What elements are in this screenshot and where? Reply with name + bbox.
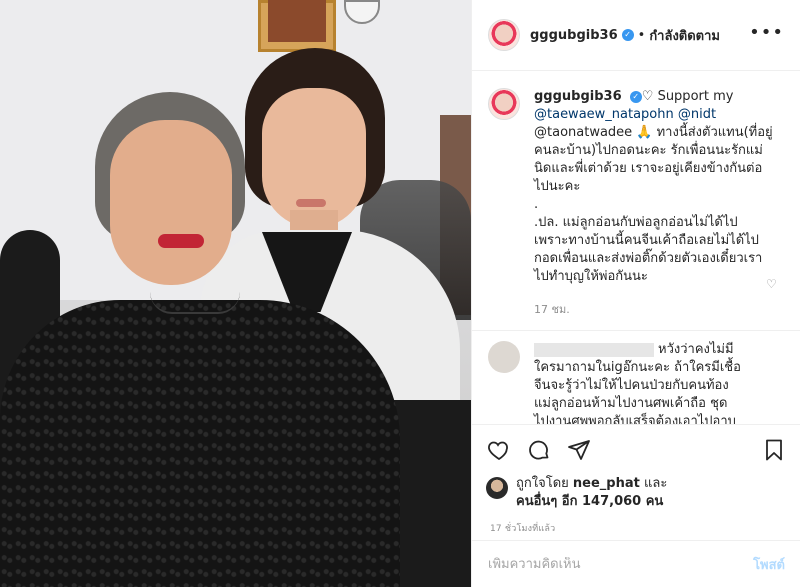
liker-avatar[interactable] xyxy=(486,477,508,499)
photo-picture-frame-inner xyxy=(268,0,326,42)
comment-like-heart-icon[interactable]: ♡ xyxy=(766,277,778,291)
verified-badge-icon: ✓ xyxy=(621,29,634,41)
instagram-post: gggubgib36 ✓ • กำลังติดตาม ••• gggubgib3… xyxy=(0,0,800,587)
verified-badge-icon: ✓ xyxy=(629,90,642,103)
caption-text: gggubgib36 ✓ ♡ Support my @taewaew_natapo… xyxy=(534,88,784,286)
add-comment-input[interactable] xyxy=(488,556,754,572)
caption: gggubgib36 ✓ ♡ Support my @taewaew_natapo… xyxy=(488,88,785,286)
caption-line-0: ♡ Support my xyxy=(641,89,734,104)
likes-and: และ xyxy=(643,476,668,491)
comments-section[interactable]: gggubgib36 ✓ ♡ Support my @taewaew_natapo… xyxy=(472,72,800,424)
caption-line: gggubgib36 ✓ ♡ Support my xyxy=(534,88,784,106)
caption-line-6: . xyxy=(534,197,539,212)
comment-item: หวังว่าคงไม่มี ใครมาถามในigอ๊กนะคะ ถ้าใค… xyxy=(488,341,785,424)
caption-mentions-line[interactable]: @taewaew_natapohn @nidt xyxy=(534,106,784,124)
like-heart-icon[interactable] xyxy=(486,437,512,463)
following-button[interactable]: กำลังติดตาม xyxy=(649,25,720,46)
action-icons xyxy=(486,435,787,465)
caption-timestamp[interactable]: 17 ชม. xyxy=(534,300,785,318)
commenter-avatar[interactable] xyxy=(488,341,520,373)
comment-line-4: ไปงานศพพอกลับเสร็จต้องเอาไปอาบ xyxy=(534,414,736,424)
caption-line-2: @taonatwadee 🙏 ทางนี้ส่งตัวแทน(ที่อยู่ xyxy=(534,125,773,140)
comment-bubble-icon[interactable] xyxy=(526,437,552,463)
caption-line-7: .ปล. แม่ลูกอ่อนกับพ่อลูกอ่อนไม่ได้ไป xyxy=(534,215,738,230)
comment-line-3: แม่ลูกอ่อนห้ามไปงานศพเค้าถือ ชุด xyxy=(534,396,728,411)
post-photo[interactable] xyxy=(0,0,471,587)
likes-prefix: ถูกใจโดย xyxy=(516,476,569,491)
photo-young-woman-lips xyxy=(296,199,326,207)
author-username[interactable]: gggubgib36 xyxy=(530,28,618,43)
photo-elder-woman-necklace xyxy=(150,292,240,314)
save-bookmark-icon[interactable] xyxy=(761,437,787,463)
commenter-username-redacted xyxy=(534,342,654,357)
post-comment-button[interactable]: โพสต์ xyxy=(753,554,785,575)
photo-elder-woman-lace-dress xyxy=(0,300,400,587)
comment-line-0: หวังว่าคงไม่มี xyxy=(658,342,734,357)
share-paper-plane-icon[interactable] xyxy=(566,437,592,463)
post-actions: ถูกใจโดย nee_phat และ คนอื่นๆ อีก 147,06… xyxy=(472,424,800,546)
photo-elder-woman-lips xyxy=(158,234,204,248)
add-comment-bar: โพสต์ xyxy=(472,540,800,587)
author-avatar[interactable] xyxy=(488,19,520,51)
more-options-icon[interactable]: ••• xyxy=(749,22,784,43)
caption-line-3: คนละบ้าน)ไปกอดนะคะ รักเพื่อนนะรักแม่ xyxy=(534,143,763,158)
caption-line-5: ไปนะคะ xyxy=(534,179,581,194)
likes-count-link[interactable]: คนอื่นๆ อีก 147,060 คน xyxy=(516,494,663,509)
divider xyxy=(472,330,800,331)
caption-line-8: เพราะทางบ้านนี้คนจีนเค้าถือเลยไม่ได้ไป xyxy=(534,233,759,248)
likes-summary: ถูกใจโดย nee_phat และ คนอื่นๆ อีก 147,06… xyxy=(486,475,787,511)
caption-line-10: ไปทำบุญให้พ่อกันนะ xyxy=(534,269,648,284)
post-header: gggubgib36 ✓ • กำลังติดตาม ••• xyxy=(472,0,800,71)
post-timestamp[interactable]: 17 ชั่วโมงที่แล้ว xyxy=(490,521,787,535)
caption-username[interactable]: gggubgib36 xyxy=(534,89,622,104)
comment-line-2: จีนจะรู้ว่าไม่ให้ไปคนป่วยกับคนท้อง xyxy=(534,378,729,393)
photo-elder-woman-face xyxy=(110,120,232,285)
comment-text: หวังว่าคงไม่มี ใครมาถามในigอ๊กนะคะ ถ้าใค… xyxy=(534,341,780,424)
post-details-panel: gggubgib36 ✓ • กำลังติดตาม ••• gggubgib3… xyxy=(471,0,800,587)
liker-username[interactable]: nee_phat xyxy=(573,476,640,491)
caption-avatar[interactable] xyxy=(488,88,520,120)
separator-dot: • xyxy=(637,27,646,43)
photo-young-woman-face xyxy=(262,88,366,228)
comment-line-1: ใครมาถามในigอ๊กนะคะ ถ้าใครมีเชื้อ xyxy=(534,360,741,375)
likes-text: ถูกใจโดย nee_phat และ คนอื่นๆ อีก 147,06… xyxy=(516,475,667,511)
caption-line-9: กอดเพื่อนและส่งพ่อติ๊กด้วยตัวเองเดี๋ยวเร… xyxy=(534,251,763,266)
caption-line-4: นิดและพี่เต่าด้วย เราจะอยู่เคียงข้างกันต… xyxy=(534,161,763,176)
